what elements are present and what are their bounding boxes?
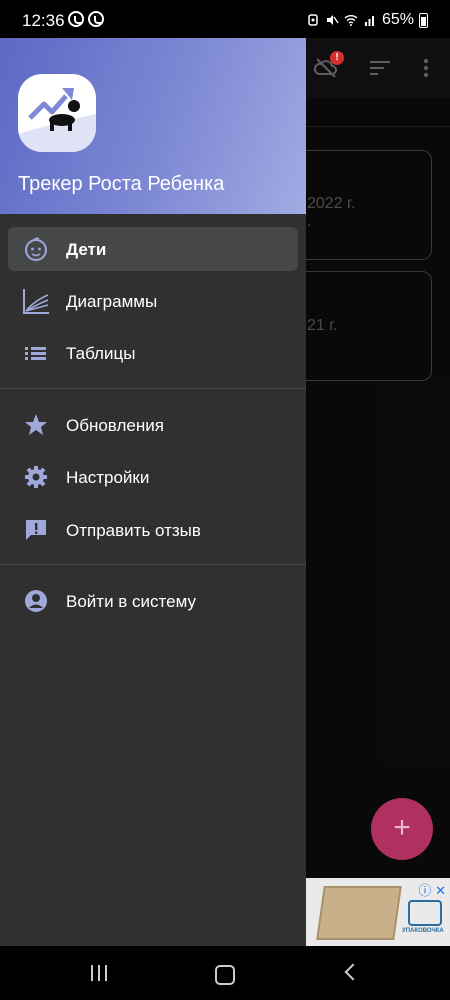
feedback-icon bbox=[26, 520, 46, 540]
baby-face-icon bbox=[25, 237, 47, 261]
viber-icon bbox=[88, 11, 104, 27]
viber-icon bbox=[68, 11, 84, 27]
nav-item-tables[interactable]: Таблицы bbox=[8, 331, 298, 375]
nav-item-updates[interactable]: Обновления bbox=[8, 403, 298, 447]
pizza-box-image bbox=[316, 886, 402, 940]
nav-label: Отправить отзыв bbox=[66, 521, 201, 540]
add-child-fab[interactable]: + bbox=[371, 798, 433, 860]
sync-error-badge: ! bbox=[330, 51, 344, 65]
nav-item-feedback[interactable]: Отправить отзыв bbox=[8, 508, 298, 552]
ad-banner[interactable]: УПАКОВОЧКА ⓘ ✕ bbox=[306, 878, 450, 946]
star-icon bbox=[25, 414, 47, 435]
nav-item-sign-in[interactable]: Войти в систему bbox=[8, 579, 298, 623]
nav-label: Таблицы bbox=[66, 344, 136, 363]
drawer-divider bbox=[0, 388, 306, 389]
signal-icon bbox=[364, 16, 374, 26]
account-circle-icon bbox=[25, 590, 47, 612]
list-icon bbox=[25, 347, 46, 360]
status-indicators: 65% bbox=[306, 11, 428, 29]
alarm-icon bbox=[308, 14, 318, 26]
nav-item-settings[interactable]: Настройки bbox=[8, 455, 298, 499]
wifi-icon bbox=[344, 15, 358, 26]
app-title: Трекер Роста Ребенка bbox=[18, 173, 225, 195]
navigation-drawer: Трекер Роста Ребенка Дети Диаграммы Табл… bbox=[0, 38, 306, 946]
mute-icon bbox=[326, 15, 339, 25]
app-logo-icon bbox=[18, 74, 96, 152]
nav-label: Обновления bbox=[66, 416, 164, 435]
drawer-divider bbox=[0, 564, 306, 565]
recents-button[interactable] bbox=[84, 960, 114, 986]
home-button[interactable] bbox=[210, 960, 240, 986]
growth-chart-icon bbox=[23, 289, 49, 314]
system-nav-bar bbox=[0, 946, 450, 1000]
nav-item-charts[interactable]: Диаграммы bbox=[8, 279, 298, 323]
drawer-header: Трекер Роста Ребенка bbox=[0, 38, 306, 214]
battery-percent: 65% bbox=[381, 11, 414, 28]
nav-label: Дети bbox=[66, 240, 107, 259]
status-time: 12:36 bbox=[22, 11, 65, 30]
gear-icon bbox=[25, 466, 47, 488]
battery-icon bbox=[419, 12, 428, 28]
nav-label: Войти в систему bbox=[66, 592, 196, 611]
status-bar: 12:36 65% bbox=[0, 0, 450, 38]
brand-logo-icon bbox=[408, 900, 442, 926]
ad-brand: УПАКОВОЧКА bbox=[402, 928, 444, 934]
back-button[interactable] bbox=[338, 960, 368, 986]
nav-item-children[interactable]: Дети bbox=[8, 227, 298, 271]
status-notification-icons bbox=[68, 11, 104, 27]
nav-label: Диаграммы bbox=[66, 292, 158, 311]
nav-label: Настройки bbox=[66, 468, 150, 487]
ad-choices-icon[interactable]: ⓘ ✕ bbox=[418, 880, 446, 899]
